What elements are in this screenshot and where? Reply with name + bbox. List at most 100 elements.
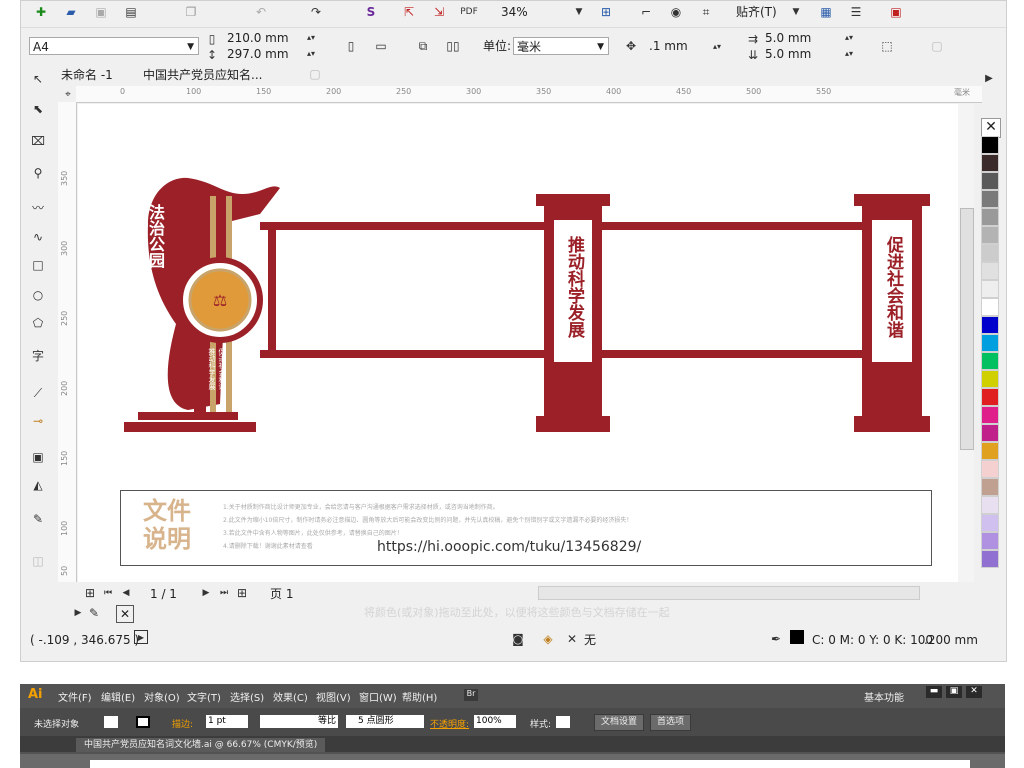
palette-swatch[interactable] <box>981 244 999 262</box>
drawing-canvas[interactable]: ⚖ 法治公园 推动科学发展 促进社会和谐 推动科学发展 促进社会和谐 文件 说明… <box>78 104 958 582</box>
new-document-icon[interactable]: ✚ <box>31 3 51 21</box>
palette-swatch[interactable] <box>981 316 999 334</box>
page-tab[interactable]: 页 1 <box>270 586 293 602</box>
export-to-icon[interactable]: ⇲ <box>429 3 449 21</box>
last-page-icon[interactable]: ⏭ <box>214 584 234 602</box>
application-launcher-icon[interactable]: ▣ <box>886 3 906 21</box>
pick-tool-icon[interactable]: ↖ <box>28 70 48 88</box>
play-icon[interactable]: ▶ <box>134 630 148 644</box>
ai-menu-item[interactable]: 帮助(H) <box>402 689 437 704</box>
ruler-origin-icon[interactable]: ⌖ <box>60 86 76 102</box>
duplicate-x-field[interactable]: 5.0 mm <box>765 30 811 46</box>
scrollbar-thumb[interactable] <box>960 208 974 450</box>
color-proof-icon[interactable]: ◙ <box>508 630 528 648</box>
options-page-icon[interactable]: ▢ <box>927 37 947 55</box>
palette-swatch[interactable] <box>981 460 999 478</box>
undo-icon[interactable]: ↶ <box>251 3 271 21</box>
palette-swatch[interactable] <box>981 334 999 352</box>
text-tool-icon[interactable]: 字 <box>28 346 48 364</box>
tab-scroll-right-icon[interactable]: ▶ <box>979 69 999 87</box>
print-icon[interactable]: ▤ <box>121 3 141 21</box>
landscape-icon[interactable]: ▭ <box>371 37 391 55</box>
palette-swatch[interactable] <box>981 496 999 514</box>
dup-y-spinner[interactable]: ▴▾ <box>841 46 857 60</box>
treat-as-filled-icon[interactable]: ⬚ <box>877 37 897 55</box>
zoom-tool-icon[interactable]: ⚲ <box>28 164 48 182</box>
palette-swatch[interactable] <box>981 406 999 424</box>
add-page-after-icon[interactable]: ⊞ <box>232 584 252 602</box>
nudge-spinner[interactable]: ▴▾ <box>709 37 725 55</box>
options-icon[interactable]: ▦ <box>816 3 836 21</box>
ai-menu-item[interactable]: 编辑(E) <box>101 689 135 704</box>
ai-menu-item[interactable]: 效果(C) <box>273 689 308 704</box>
horizontal-ruler[interactable]: 0 100 150 200 250 300 350 400 450 500 55… <box>76 86 982 103</box>
tab-document[interactable]: 中国共产党员应知名... <box>143 67 262 83</box>
palette-swatch[interactable] <box>981 370 999 388</box>
palette-swatch[interactable] <box>981 478 999 496</box>
next-page-icon[interactable]: ▶ <box>196 584 216 602</box>
ai-menu-item[interactable]: 选择(S) <box>230 689 264 704</box>
current-page-icon[interactable]: ▯▯ <box>443 37 463 55</box>
duplicate-y-field[interactable]: 5.0 mm <box>765 46 811 62</box>
ai-artboard[interactable] <box>90 760 970 768</box>
snap-to-menu[interactable]: 贴齐(T) <box>736 4 777 20</box>
workspace-switcher[interactable]: 基本功能 <box>864 689 904 704</box>
dup-x-spinner[interactable]: ▴▾ <box>841 30 857 44</box>
open-folder-icon[interactable]: ▰ <box>61 3 81 21</box>
page-size-select[interactable]: A4 ▼ <box>29 37 199 55</box>
palette-swatch[interactable] <box>981 172 999 190</box>
drop-shadow-icon[interactable]: ▣ <box>28 448 48 466</box>
snap-dropdown-icon[interactable]: ▼ <box>786 3 806 21</box>
opacity-field[interactable]: 100% <box>474 715 516 728</box>
width-spinner[interactable]: ▴▾ <box>303 30 319 44</box>
tab-close-icon[interactable]: ▢ <box>305 65 325 83</box>
rectangle-tool-icon[interactable]: □ <box>28 256 48 274</box>
preferences-button[interactable]: 首选项 <box>650 714 692 731</box>
export-icon[interactable]: ⇱ <box>399 3 419 21</box>
nudge-distance-field[interactable]: .1 mm <box>649 38 688 54</box>
grid-icon[interactable]: ⌗ <box>696 3 716 21</box>
stroke-swatch[interactable] <box>136 716 150 728</box>
launcher-icon[interactable]: ☰ <box>846 3 866 21</box>
palette-swatch[interactable] <box>981 442 999 460</box>
palette-swatch[interactable] <box>981 388 999 406</box>
stroke-weight-field[interactable]: 1 pt <box>206 715 248 728</box>
ai-menu-item[interactable]: 窗口(W) <box>359 689 397 704</box>
palette-swatch[interactable] <box>981 136 999 154</box>
zoom-dropdown-icon[interactable]: ▼ <box>569 3 589 21</box>
palette-swatch[interactable] <box>981 208 999 226</box>
palette-eyedropper-icon[interactable]: ✎ <box>84 604 104 622</box>
vertical-ruler[interactable]: 350 300 250 200 150 100 50 <box>58 102 77 582</box>
palette-swatch[interactable] <box>981 262 999 280</box>
eyedropper-icon[interactable]: ✎ <box>28 510 48 528</box>
crop-tool-icon[interactable]: ⌧ <box>28 132 48 150</box>
height-spinner[interactable]: ▴▾ <box>303 46 319 60</box>
palette-swatch[interactable] <box>981 226 999 244</box>
copy-icon[interactable]: ❐ <box>181 3 201 21</box>
import-icon[interactable]: S <box>361 3 381 21</box>
polygon-tool-icon[interactable]: ⬠ <box>28 314 48 332</box>
redo-icon[interactable]: ↷ <box>306 3 326 21</box>
opacity-label[interactable]: 不透明度: <box>430 717 469 730</box>
palette-swatch[interactable] <box>981 424 999 442</box>
fill-swatch[interactable] <box>104 716 118 728</box>
artistic-media-icon[interactable]: ∿ <box>28 228 48 246</box>
horizontal-scrollbar[interactable] <box>538 586 920 600</box>
ai-menu-item[interactable]: 文字(T) <box>187 689 221 704</box>
stroke-label[interactable]: 描边: <box>172 717 193 730</box>
full-screen-icon[interactable]: ⊞ <box>596 3 616 21</box>
ai-menu-item[interactable]: 视图(V) <box>316 689 351 704</box>
palette-none-swatch[interactable]: ✕ <box>116 605 134 623</box>
dimension-tool-icon[interactable]: ⟋ <box>28 384 48 402</box>
palette-swatch[interactable] <box>981 154 999 172</box>
add-page-icon[interactable]: ⊞ <box>80 584 100 602</box>
palette-swatch[interactable] <box>981 550 999 568</box>
maximize-icon[interactable]: ▣ <box>946 686 962 698</box>
palette-swatch[interactable] <box>981 514 999 532</box>
outline-pen-icon[interactable]: ✒ <box>766 630 786 648</box>
all-pages-icon[interactable]: ⧉ <box>413 37 433 55</box>
brush-definition-field[interactable]: 5 点圆形 <box>346 715 424 728</box>
page-width-field[interactable]: 210.0 mm <box>227 30 289 46</box>
freehand-tool-icon[interactable]: 〰 <box>28 198 48 216</box>
tab-untitled[interactable]: 未命名 -1 <box>61 67 113 83</box>
